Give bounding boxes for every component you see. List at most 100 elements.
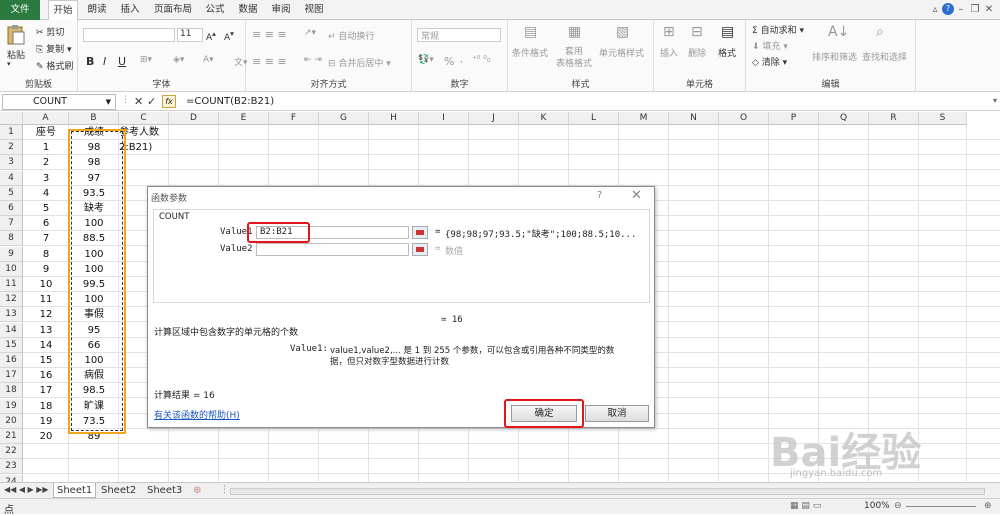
cell-seat-number[interactable]: 11 <box>23 292 69 307</box>
conditional-format-button[interactable]: 条件格式 <box>512 46 548 59</box>
tab-read-aloud[interactable]: 朗读 <box>82 0 112 20</box>
arg1-collapse-icon[interactable] <box>412 226 428 239</box>
row-header[interactable]: 6 <box>0 201 23 216</box>
cut-button[interactable]: ✂ 剪切 <box>36 25 64 38</box>
row-header[interactable]: 20 <box>0 413 23 429</box>
tab-file[interactable]: 文件 <box>0 0 40 20</box>
cell-seat-number[interactable]: 2 <box>23 155 69 170</box>
formula-bar-splitter-icon[interactable]: ⋮ <box>121 95 130 105</box>
border-icon[interactable]: ⊞▾ <box>140 55 152 65</box>
cell-seat-number[interactable]: 12 <box>23 307 69 322</box>
row-header[interactable]: 19 <box>0 398 23 414</box>
cell-seat-number[interactable]: 13 <box>23 323 69 338</box>
find-select-button[interactable]: 查找和选择 <box>862 50 907 63</box>
insert-cells-button[interactable]: 插入 <box>660 46 678 59</box>
format-painter-button[interactable]: ✎ 格式刷 <box>36 59 73 72</box>
align-left-icon[interactable]: ≡ ≡ ≡ <box>252 55 287 68</box>
select-all-corner[interactable] <box>0 112 23 125</box>
sheet-tab-1[interactable]: Sheet1 <box>53 483 97 498</box>
conditional-format-icon[interactable]: ▤ <box>524 24 537 40</box>
cell-seat-number[interactable]: 4 <box>23 186 69 201</box>
italic-button[interactable]: I <box>103 55 106 68</box>
row-header[interactable]: 15 <box>0 337 23 353</box>
orientation-icon[interactable]: ↗▾ <box>304 28 316 38</box>
chevron-down-icon[interactable]: ▼ <box>106 95 111 109</box>
column-header[interactable]: E <box>219 112 269 125</box>
row-header[interactable]: 16 <box>0 353 23 368</box>
column-header[interactable]: S <box>919 112 967 125</box>
column-header[interactable]: C <box>119 112 169 125</box>
font-color-icon[interactable]: A▾ <box>203 55 214 65</box>
arg2-input[interactable] <box>256 243 409 256</box>
column-header[interactable]: L <box>569 112 619 125</box>
table-format-icon[interactable]: ▦ <box>568 24 581 40</box>
delete-cells-button[interactable]: 删除 <box>688 46 706 59</box>
cell-styles-icon[interactable]: ▧ <box>616 24 629 40</box>
row-header[interactable]: 10 <box>0 261 23 277</box>
restore-icon[interactable]: ❐ <box>968 4 982 15</box>
clear-button[interactable]: ◇ 清除 ▾ <box>752 55 787 68</box>
row-header[interactable]: 21 <box>0 429 23 444</box>
zoom-in-icon[interactable]: ⊕ <box>984 501 992 511</box>
add-sheet-icon[interactable]: ⊕ <box>190 483 204 498</box>
column-header[interactable]: N <box>669 112 719 125</box>
sheet-nav-icon[interactable]: ◀◀ ◀ ▶ ▶▶ <box>4 485 49 494</box>
format-cells-button[interactable]: 格式 <box>718 46 736 59</box>
column-header[interactable]: D <box>169 112 219 125</box>
underline-button[interactable]: U <box>118 55 126 68</box>
column-header[interactable]: Q <box>819 112 869 125</box>
minimize-icon[interactable]: – <box>954 4 968 15</box>
tab-insert[interactable]: 插入 <box>115 0 145 20</box>
shrink-font-icon[interactable]: A▾ <box>224 29 234 43</box>
bold-button[interactable]: B <box>86 55 94 68</box>
row-header[interactable]: 4 <box>0 170 23 186</box>
row-header[interactable]: 5 <box>0 185 23 201</box>
arg2-collapse-icon[interactable] <box>412 243 428 256</box>
row-header[interactable]: 1 <box>0 125 23 140</box>
row-header[interactable]: 9 <box>0 246 23 262</box>
column-header[interactable]: O <box>719 112 769 125</box>
currency-icon[interactable]: 💱▾ <box>418 55 434 65</box>
row-header[interactable]: 18 <box>0 383 23 399</box>
merge-center-button[interactable]: ⊟ 合并后居中 ▾ <box>328 56 391 69</box>
row-header[interactable]: 3 <box>0 155 23 171</box>
delete-cells-icon[interactable]: ⊟ <box>691 24 703 40</box>
paste-dropdown-icon[interactable]: ▾ <box>7 60 11 68</box>
fill-color-icon[interactable]: ◈▾ <box>173 55 184 65</box>
cell-seat-number[interactable]: 5 <box>23 201 69 216</box>
column-header[interactable]: A <box>23 112 69 125</box>
cell-seat-number[interactable]: 1 <box>23 140 69 155</box>
font-name-select[interactable] <box>83 28 175 42</box>
row-header[interactable]: 7 <box>0 216 23 232</box>
autosum-button[interactable]: Σ 自动求和 ▾ <box>752 23 804 36</box>
indent-icon[interactable]: ⇤ ⇥ <box>304 55 322 65</box>
column-header[interactable]: I <box>419 112 469 125</box>
row-header[interactable]: 22 <box>0 444 23 460</box>
cancel-button[interactable]: 取消 <box>585 405 649 422</box>
row-header[interactable]: 17 <box>0 368 23 384</box>
tab-data[interactable]: 数据 <box>233 0 263 20</box>
row-header[interactable]: 13 <box>0 307 23 323</box>
column-header[interactable]: M <box>619 112 669 125</box>
cell-seat-number[interactable]: 20 <box>23 429 69 444</box>
column-header[interactable]: G <box>319 112 369 125</box>
copy-button[interactable]: ⎘ 复制 ▾ <box>36 42 71 55</box>
row-header[interactable]: 2 <box>0 140 23 156</box>
tab-review[interactable]: 审阅 <box>266 0 296 20</box>
sheet-tab-2[interactable]: Sheet2 <box>98 483 139 498</box>
column-header[interactable]: K <box>519 112 569 125</box>
help-link[interactable]: 有关该函数的帮助(H) <box>154 408 240 421</box>
paste-icon[interactable] <box>6 24 26 46</box>
cell-seat-number[interactable]: 18 <box>23 399 69 414</box>
cell-seat-number[interactable]: 15 <box>23 353 69 368</box>
cell-seat-number[interactable]: 9 <box>23 262 69 277</box>
percent-button[interactable]: % <box>444 55 454 68</box>
sort-filter-icon[interactable]: A↓ <box>828 24 849 40</box>
expand-formula-icon[interactable]: ▾ <box>993 96 997 105</box>
tab-view[interactable]: 视图 <box>299 0 329 20</box>
row-header[interactable]: 14 <box>0 322 23 338</box>
insert-cells-icon[interactable]: ⊞ <box>663 24 675 40</box>
wrap-text-button[interactable]: ↵ 自动换行 <box>328 29 374 42</box>
cell-c2[interactable]: 2:B21) <box>119 140 219 155</box>
tab-formulas[interactable]: 公式 <box>200 0 230 20</box>
